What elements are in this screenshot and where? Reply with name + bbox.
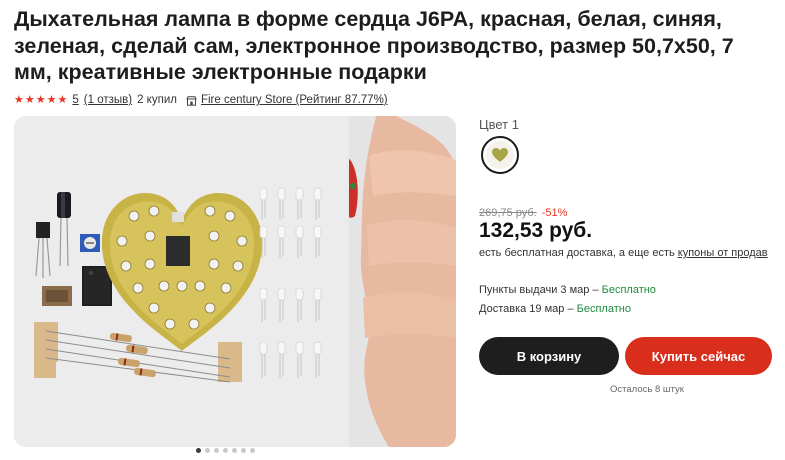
delivery-note: есть бесплатная доставка, а еще есть куп… (479, 247, 768, 259)
gallery-dot[interactable] (214, 448, 219, 453)
secondary-product-image[interactable] (349, 116, 456, 447)
gallery-dot[interactable] (196, 448, 201, 453)
reviews-link[interactable]: (1 отзыв) (84, 94, 132, 106)
add-to-cart-button[interactable]: В корзину (479, 337, 619, 375)
star-icon: ★ (14, 93, 24, 106)
heart-pcb-thumbnail (486, 141, 514, 169)
product-gallery[interactable] (14, 116, 456, 447)
delivery-free: Бесплатно (576, 303, 631, 315)
rating-row: ★ ★ ★ ★ ★ 5 (1 отзыв) 2 купил Fire centu… (14, 92, 388, 108)
stock-remaining: Осталось 8 штук (610, 384, 684, 395)
purchase-panel: Цвет 1 269,75 руб. -51% 132,53 руб. есть… (479, 0, 779, 460)
seller-coupons-link[interactable]: купоны от продав (678, 247, 768, 259)
delivery-label: Доставка 19 мар – (479, 303, 577, 315)
gallery-dot[interactable] (250, 448, 255, 453)
main-product-image[interactable] (14, 116, 346, 447)
star-icon: ★ (57, 93, 68, 106)
color-swatch[interactable] (481, 136, 519, 174)
rating-value[interactable]: 5 (72, 94, 78, 106)
store-name[interactable]: Fire century Store (Рейтинг 87.77%) (201, 94, 388, 106)
store-link[interactable]: Fire century Store (Рейтинг 87.77%) (186, 94, 388, 106)
star-icon: ★ (46, 93, 57, 106)
gallery-dot[interactable] (205, 448, 210, 453)
old-price-row: 269,75 руб. -51% (479, 207, 567, 219)
discount-badge: -51% (541, 207, 568, 219)
current-price: 132,53 руб. (479, 219, 593, 242)
gallery-dot[interactable] (223, 448, 228, 453)
pickup-label: Пункты выдачи 3 мар – (479, 284, 602, 296)
star-icon: ★ (24, 93, 35, 106)
pickup-info: Пункты выдачи 3 мар – Бесплатно (479, 284, 656, 296)
old-price: 269,75 руб. (479, 207, 537, 219)
delivery-info: Доставка 19 мар – Бесплатно (479, 303, 631, 315)
gallery-dot[interactable] (241, 448, 246, 453)
star-icon: ★ (35, 93, 46, 106)
rating-stars: ★ ★ ★ ★ ★ (14, 93, 68, 106)
gallery-pagination (196, 448, 255, 453)
purchases-count: 2 купил (137, 94, 177, 106)
pickup-free: Бесплатно (601, 284, 656, 296)
store-icon (186, 96, 197, 106)
variant-label: Цвет 1 (479, 117, 519, 132)
gallery-dot[interactable] (232, 448, 237, 453)
delivery-note-text: есть бесплатная доставка, а еще есть (479, 247, 678, 259)
buy-now-button[interactable]: Купить сейчас (625, 337, 772, 375)
